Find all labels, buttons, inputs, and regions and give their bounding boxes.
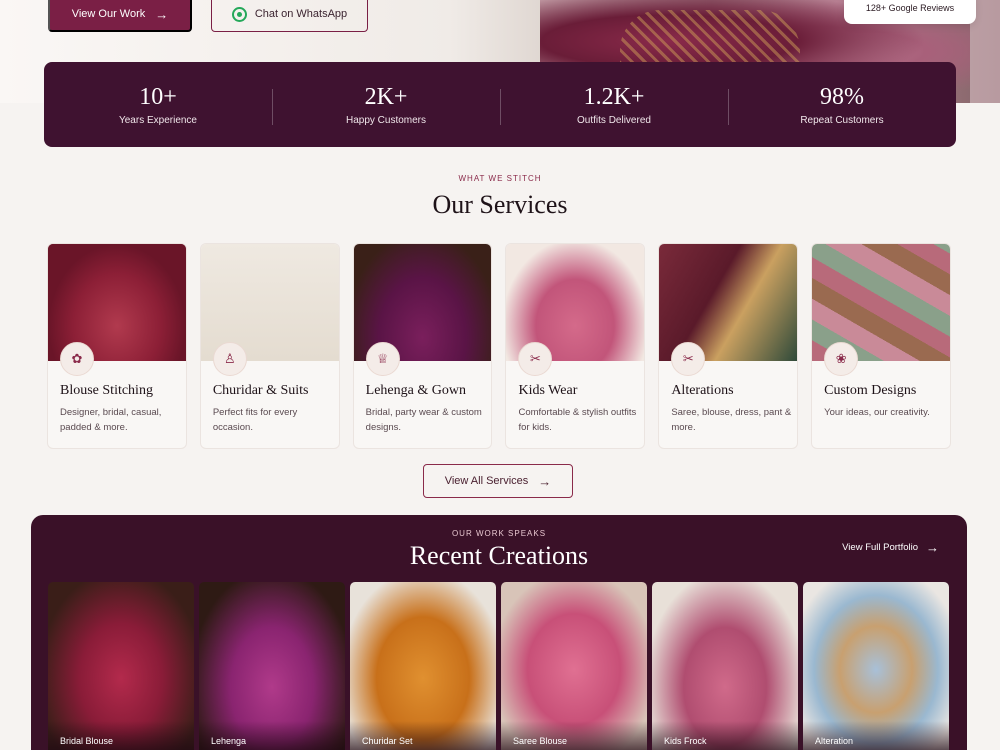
portfolio-caption: Saree Blouse (513, 736, 568, 746)
service-card-churidar[interactable]: ♙ Churidar & Suits Perfect fits for ever… (199, 243, 340, 449)
service-card-custom[interactable]: ❀ Custom Designs Your ideas, our creativ… (811, 243, 951, 449)
service-name: Churidar & Suits (212, 383, 309, 398)
stat-value: 10+ (139, 84, 177, 110)
arrow-right-icon: → (926, 540, 939, 555)
service-card-blouse[interactable]: ✿ Blouse Stitching Designer, bridal, cas… (47, 243, 187, 449)
view-our-work-label: View Our Work (71, 8, 146, 20)
reviews-badge: 128+ Google Reviews (844, 0, 976, 24)
blouse-icon: ✿ (60, 342, 94, 376)
reviews-text: 128+ Google Reviews (865, 3, 955, 13)
whatsapp-label: Chat on WhatsApp (254, 8, 348, 20)
portfolio-card[interactable]: Churidar Set (350, 582, 496, 750)
view-all-services-label: View All Services (444, 475, 529, 487)
service-name: Custom Designs (824, 383, 917, 398)
service-card-kids[interactable]: ✂ Kids Wear Comfortable & stylish outfit… (505, 243, 646, 449)
design-icon: ❀ (824, 342, 859, 376)
stat-label: Years Experience (118, 115, 197, 126)
portfolio-card[interactable]: Saree Blouse (501, 582, 647, 750)
portfolio-card[interactable]: Alteration (803, 582, 949, 750)
stat-value: 2K+ (364, 84, 408, 110)
view-full-portfolio-label: View Full Portfolio (842, 542, 918, 553)
portfolio-caption: Bridal Blouse (60, 736, 114, 746)
services-grid: ✿ Blouse Stitching Designer, bridal, cas… (47, 243, 951, 449)
service-name: Alterations (671, 383, 734, 398)
stat-label: Repeat Customers (800, 115, 884, 126)
portfolio-section: OUR WORK SPEAKS Recent Creations View Fu… (31, 515, 967, 750)
service-name: Kids Wear (518, 383, 578, 398)
portfolio-caption: Lehenga (211, 736, 247, 746)
stat-value: 1.2K+ (583, 84, 645, 110)
stat-label: Outfits Delivered (577, 115, 651, 126)
service-desc: Saree, blouse, dress, pant & more. (671, 407, 792, 433)
stat-customers: 2K+ Happy Customers (272, 83, 500, 126)
view-our-work-button[interactable]: View Our Work → (48, 0, 192, 32)
arrow-right-icon: → (155, 6, 169, 22)
portfolio-grid: Bridal Blouse Lehenga Churidar Set Saree… (48, 582, 950, 750)
stat-years: 10+ Years Experience (44, 83, 272, 126)
portfolio-card[interactable]: Lehenga (199, 582, 345, 750)
services-title: Our Services (432, 190, 568, 219)
portfolio-card[interactable]: Bridal Blouse (48, 582, 194, 750)
service-desc: Your ideas, our creativity. (824, 407, 930, 418)
gown-icon: ♕ (365, 342, 400, 376)
services-eyebrow: WHAT WE STITCH (458, 174, 542, 183)
whatsapp-button[interactable]: Chat on WhatsApp (211, 0, 368, 32)
service-card-lehenga[interactable]: ♕ Lehenga & Gown Bridal, party wear & cu… (352, 243, 493, 449)
portfolio-title: Recent Creations (409, 541, 589, 570)
portfolio-eyebrow: OUR WORK SPEAKS (451, 529, 547, 538)
arrow-right-icon: → (538, 473, 552, 489)
service-desc: Designer, bridal, casual, padded & more. (60, 407, 162, 433)
view-all-services-button[interactable]: View All Services → (423, 464, 573, 498)
service-desc: Perfect fits for every occasion. (212, 407, 298, 433)
stat-repeat: 98% Repeat Customers (728, 83, 956, 126)
portfolio-caption: Alteration (815, 736, 854, 746)
suit-icon: ♙ (212, 342, 247, 376)
stat-label: Happy Customers (345, 115, 427, 126)
stat-value: 98% (820, 84, 864, 110)
service-name: Lehenga & Gown (365, 383, 466, 398)
service-desc: Bridal, party wear & custom designs. (365, 407, 482, 433)
service-card-alterations[interactable]: ✂ Alterations Saree, blouse, dress, pant… (658, 243, 799, 449)
whatsapp-icon (231, 6, 247, 22)
service-name: Blouse Stitching (60, 383, 153, 398)
view-full-portfolio-link[interactable]: View Full Portfolio → (842, 540, 939, 555)
portfolio-caption: Kids Frock (664, 736, 707, 746)
kids-icon: ✂ (518, 342, 553, 376)
portfolio-card[interactable]: Kids Frock (652, 582, 798, 750)
stats-bar: 10+ Years Experience 2K+ Happy Customers… (44, 62, 956, 147)
portfolio-caption: Churidar Set (362, 736, 413, 746)
stat-outfits: 1.2K+ Outfits Delivered (500, 83, 728, 126)
service-desc: Comfortable & stylish outfits for kids. (518, 407, 637, 433)
scissors-icon: ✂ (671, 342, 706, 376)
